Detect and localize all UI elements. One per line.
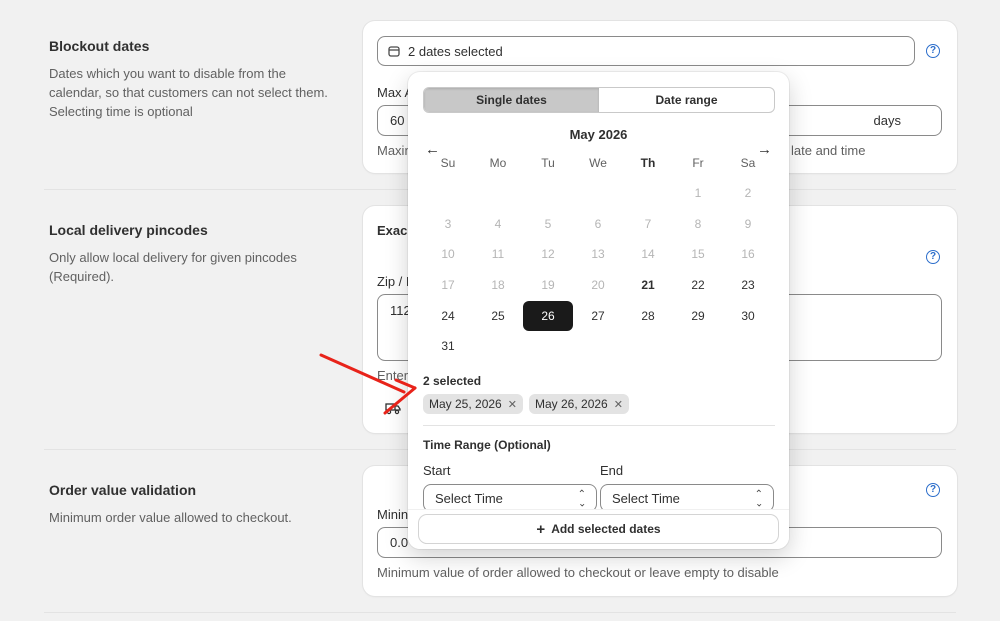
- order-title: Order value validation: [49, 482, 197, 498]
- days-suffix: days: [873, 113, 901, 128]
- max-advance-value: 60: [390, 113, 405, 128]
- calendar-day[interactable]: 25: [473, 301, 523, 331]
- calendar-day[interactable]: 24: [423, 301, 473, 331]
- section-divider: [44, 612, 956, 613]
- min-order-value: 0.0: [390, 535, 409, 550]
- calendar-day[interactable]: 23: [723, 270, 773, 300]
- calendar-day-disabled: 2: [744, 186, 752, 200]
- calendar-day[interactable]: 31: [423, 331, 473, 361]
- start-time-value: Select Time: [435, 490, 503, 506]
- start-time-select[interactable]: Select Time ⌃ ⌃: [423, 484, 597, 512]
- selected-date-chip: May 26, 2026 ✕: [529, 394, 629, 414]
- end-time-select[interactable]: Select Time ⌃ ⌃: [600, 484, 774, 512]
- selected-count: 2 selected: [423, 374, 482, 388]
- end-label: End: [600, 463, 624, 478]
- calendar-day-disabled: 1: [694, 186, 702, 200]
- zip-label: Zip / I: [377, 274, 410, 289]
- calendar-day[interactable]: 22: [673, 270, 723, 300]
- calendar-day-disabled: 13: [591, 247, 605, 261]
- weekday-header: Mo: [489, 156, 507, 170]
- calendar-day-disabled: 17: [441, 278, 455, 292]
- picker-footer: + Add selected dates: [408, 509, 789, 549]
- calendar-day-disabled: 12: [541, 247, 555, 261]
- weekday-header: Tu: [541, 156, 555, 170]
- calendar-icon: [388, 46, 400, 57]
- picker-divider: [423, 425, 775, 426]
- calendar-day-today[interactable]: 21: [623, 270, 673, 300]
- plus-icon: +: [536, 520, 546, 538]
- min-order-label: Minin: [377, 507, 409, 522]
- calendar-day[interactable]: 29: [673, 301, 723, 331]
- exact-match-label: Exac: [377, 223, 408, 238]
- month-title: May 2026: [569, 127, 628, 142]
- calendar-day-disabled: 16: [741, 247, 755, 261]
- calendar-day-disabled: 5: [544, 217, 552, 231]
- calendar-day[interactable]: 28: [623, 301, 673, 331]
- weekday-header: Su: [440, 156, 456, 170]
- picker-mode-toggle: Single dates Date range: [423, 87, 775, 113]
- blockout-title: Blockout dates: [49, 38, 150, 54]
- time-range-title: Time Range (Optional): [423, 438, 551, 452]
- calendar-day-selected[interactable]: 26: [523, 301, 573, 331]
- calendar-day-disabled: 15: [691, 247, 705, 261]
- tab-single-dates[interactable]: Single dates: [424, 88, 599, 112]
- chip-label: May 25, 2026: [429, 397, 502, 411]
- pincode-description: Only allow local delivery for given pinc…: [49, 250, 297, 284]
- calendar-day-disabled: 11: [491, 247, 505, 261]
- pincode-title: Local delivery pincodes: [49, 222, 208, 238]
- add-button-label: Add selected dates: [551, 522, 661, 536]
- remove-chip-close-icon[interactable]: ✕: [614, 398, 623, 411]
- calendar-day-disabled: 14: [641, 247, 655, 261]
- weekday-header: We: [589, 156, 607, 170]
- chevron-up-down-icon: ⌃ ⌃: [577, 489, 586, 508]
- calendar-day-disabled: 19: [541, 278, 555, 292]
- selected-date-chip: May 25, 2026 ✕: [423, 394, 523, 414]
- help-icon[interactable]: ?: [926, 250, 940, 264]
- calendar-day-disabled: 20: [591, 278, 605, 292]
- weekday-header: Th: [640, 156, 656, 170]
- calendar-day-disabled: 4: [494, 217, 502, 231]
- calendar-day-disabled: 3: [444, 217, 452, 231]
- calendar-day-disabled: 8: [694, 217, 702, 231]
- blockout-dates-value: 2 dates selected: [408, 43, 503, 59]
- calendar-day-disabled: 7: [644, 217, 652, 231]
- order-description: Minimum order value allowed to checkout.: [49, 510, 292, 525]
- calendar-day[interactable]: 30: [723, 301, 773, 331]
- max-advance-hint-end: late and time: [791, 143, 866, 158]
- date-picker-popover: Single dates Date range May 2026 ← → Su …: [408, 72, 789, 549]
- chevron-up-down-icon: ⌃ ⌃: [754, 489, 763, 508]
- calendar-day-disabled: 18: [491, 278, 505, 292]
- calendar-day[interactable]: 27: [573, 301, 623, 331]
- remove-chip-close-icon[interactable]: ✕: [508, 398, 517, 411]
- help-icon[interactable]: ?: [926, 44, 940, 58]
- start-label: Start: [423, 463, 451, 478]
- chip-label: May 26, 2026: [535, 397, 608, 411]
- max-advance-hint: Maxin: [377, 143, 412, 158]
- tab-date-range[interactable]: Date range: [599, 88, 774, 112]
- blockout-dates-field[interactable]: 2 dates selected: [377, 36, 915, 66]
- weekday-header: Sa: [740, 156, 756, 170]
- annotation-arrow-icon: [319, 353, 417, 415]
- blockout-description: Dates which you want to disable from the…: [49, 66, 328, 119]
- calendar-day-disabled: 6: [594, 217, 602, 231]
- calendar-day-disabled: 10: [441, 247, 455, 261]
- min-order-hint: Minimum value of order allowed to checko…: [377, 565, 779, 580]
- help-icon[interactable]: ?: [926, 483, 940, 497]
- end-time-value: Select Time: [612, 490, 680, 506]
- add-selected-dates-button[interactable]: + Add selected dates: [419, 515, 778, 543]
- weekday-header: Fr: [692, 156, 704, 170]
- calendar-day-disabled: 9: [744, 217, 752, 231]
